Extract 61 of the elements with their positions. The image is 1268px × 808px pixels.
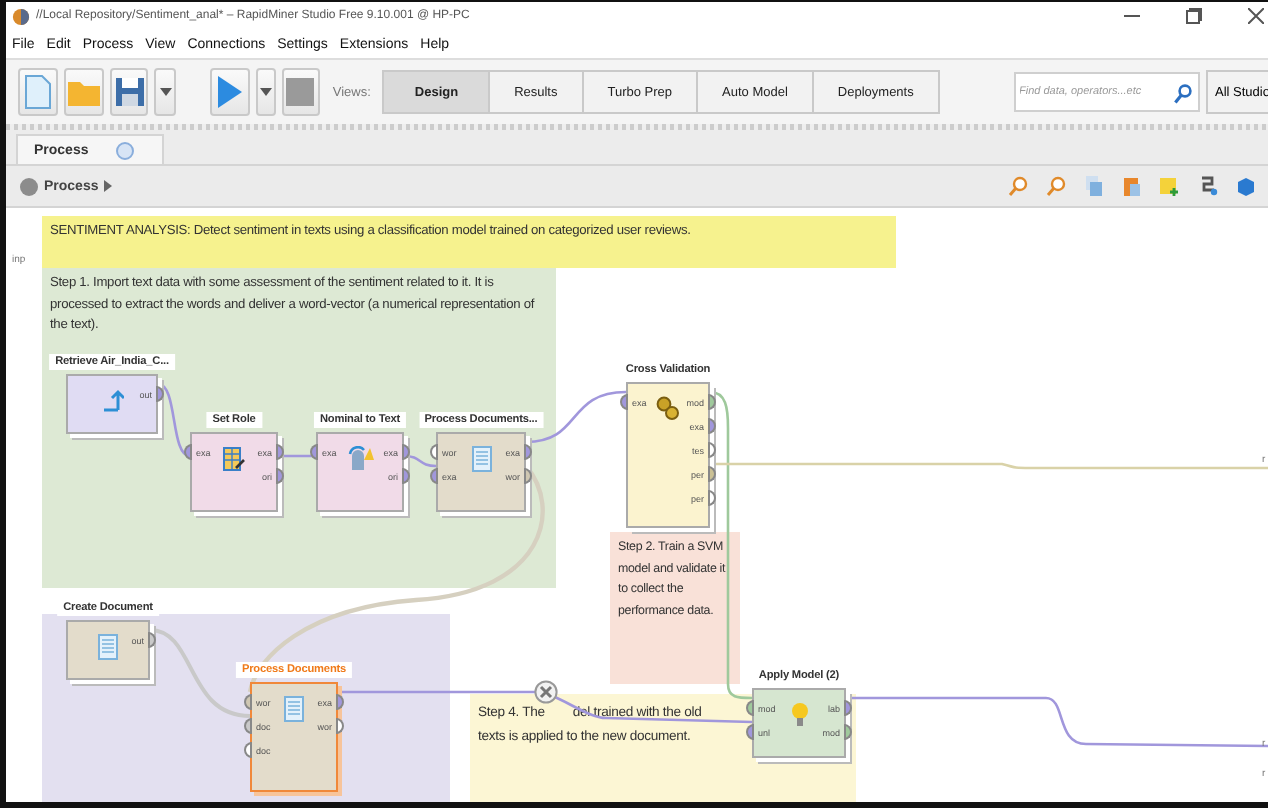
- input-port[interactable]: [746, 724, 754, 740]
- close-icon[interactable]: [1248, 8, 1264, 24]
- dropdown-button[interactable]: [255, 68, 276, 116]
- output-port[interactable]: [336, 718, 344, 734]
- output-port[interactable]: [156, 386, 164, 402]
- output-port[interactable]: [524, 444, 532, 460]
- zoom-out-icon[interactable]: [1046, 176, 1066, 196]
- restore-icon[interactable]: [1186, 8, 1202, 24]
- input-port[interactable]: [310, 444, 318, 460]
- new-process-button[interactable]: [18, 68, 58, 116]
- output-port[interactable]: [844, 724, 852, 740]
- tab-circle-icon: [116, 141, 135, 159]
- document-icon: [98, 634, 118, 660]
- chevron-right-icon: [104, 180, 113, 192]
- output-port[interactable]: [402, 468, 410, 484]
- output-port[interactable]: [708, 418, 716, 434]
- input-port[interactable]: [746, 700, 754, 716]
- app-logo-icon: [12, 7, 30, 25]
- table-pencil-icon: [222, 446, 246, 472]
- stop-icon: [286, 78, 315, 106]
- input-port[interactable]: [430, 468, 438, 484]
- copy-icon[interactable]: [1084, 176, 1104, 196]
- caret-icon: [259, 88, 272, 96]
- output-port[interactable]: [708, 466, 716, 482]
- document-icon: [284, 696, 304, 722]
- output-port[interactable]: [844, 700, 852, 716]
- input-port[interactable]: [184, 444, 192, 460]
- output-port[interactable]: [336, 694, 344, 710]
- add-note-icon[interactable]: [1160, 176, 1180, 196]
- input-port[interactable]: [244, 742, 252, 758]
- connection-line: [278, 454, 316, 458]
- wiring-icon[interactable]: [1198, 176, 1218, 196]
- output-port[interactable]: [708, 394, 716, 410]
- cube-icon[interactable]: [1236, 176, 1256, 196]
- conversion-icon: [346, 446, 374, 472]
- document-icon: [471, 446, 491, 472]
- process-circle-icon: [20, 177, 38, 195]
- output-port[interactable]: [708, 490, 716, 506]
- save-button[interactable]: [109, 68, 149, 116]
- output-port[interactable]: [708, 442, 716, 458]
- input-port[interactable]: [620, 394, 628, 410]
- search-icon: [1173, 84, 1191, 104]
- input-port[interactable]: [430, 444, 438, 460]
- output-port[interactable]: [276, 468, 284, 484]
- output-port[interactable]: [276, 444, 284, 460]
- dropdown-button[interactable]: [154, 68, 176, 116]
- paste-icon[interactable]: [1122, 176, 1142, 196]
- output-port[interactable]: [148, 632, 156, 648]
- caret-icon: [159, 88, 171, 96]
- output-port[interactable]: [402, 444, 410, 460]
- disconnect-x-icon[interactable]: [534, 680, 558, 704]
- zoom-in-icon[interactable]: [1008, 176, 1028, 196]
- play-icon: [215, 74, 244, 110]
- run-button[interactable]: [209, 68, 250, 116]
- light-bulb-icon: [790, 702, 808, 728]
- folder-icon: [65, 76, 102, 108]
- output-port[interactable]: [524, 468, 532, 484]
- retrieve-arrow-icon: [100, 388, 124, 412]
- input-port[interactable]: [244, 718, 252, 734]
- input-port[interactable]: [244, 694, 252, 710]
- document-icon: [23, 74, 52, 110]
